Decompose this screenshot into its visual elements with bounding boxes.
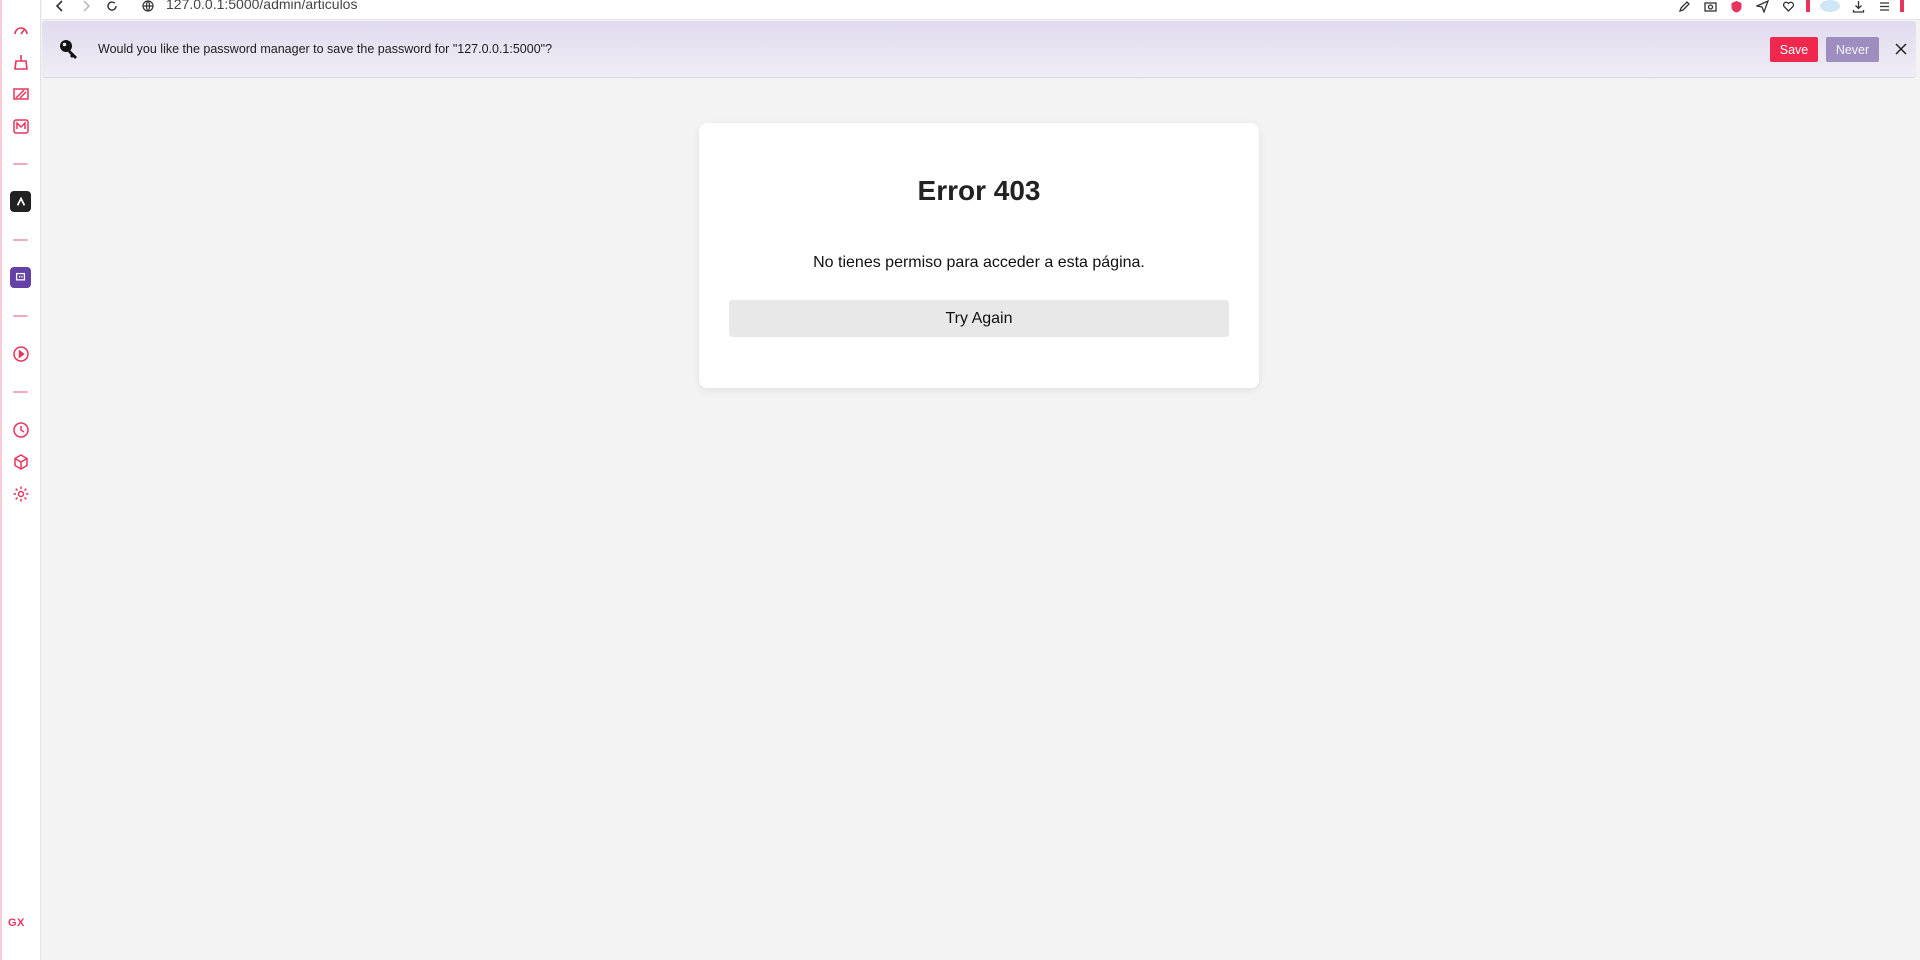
sidebar-edge-accent (0, 0, 2, 960)
cleaner-icon[interactable] (10, 51, 31, 72)
browser-sidebar: GX (0, 0, 41, 960)
never-save-button[interactable]: Never (1826, 37, 1879, 62)
globe-icon (140, 0, 156, 12)
toolbar-divider (1806, 0, 1810, 12)
back-button[interactable] (52, 0, 68, 12)
forward-button[interactable] (78, 0, 94, 12)
url-field[interactable]: 127.0.0.1:5000/admin/articulos (166, 0, 357, 12)
error-title: Error 403 (917, 175, 1041, 206)
settings-icon[interactable] (10, 483, 31, 504)
sidebar-divider (13, 391, 28, 393)
sidebar-divider (13, 315, 28, 317)
player-icon[interactable] (10, 343, 31, 364)
sidebar-divider (13, 163, 28, 165)
error-message: No tienes permiso para acceder a esta pá… (813, 254, 1145, 271)
extensions-icon[interactable] (10, 451, 31, 472)
address-bar: 127.0.0.1:5000/admin/articulos (42, 0, 1920, 20)
speed-dial-icon[interactable] (10, 19, 31, 40)
error-card: Error 403 No tienes permiso para acceder… (699, 123, 1259, 388)
download-icon[interactable] (1850, 0, 1866, 13)
password-save-message: Would you like the password manager to s… (98, 42, 553, 56)
avatar[interactable] (1820, 0, 1840, 12)
heart-icon[interactable] (1780, 0, 1796, 12)
aria-app-icon[interactable] (10, 191, 31, 212)
sidebar-footer-label[interactable]: GX (8, 917, 25, 929)
shield-icon[interactable] (1728, 0, 1744, 12)
sidebar-divider (13, 239, 28, 241)
edit-icon[interactable] (1676, 0, 1692, 12)
music-player-icon[interactable] (10, 115, 31, 136)
toolbar-accent (1900, 0, 1904, 12)
key-icon (58, 38, 80, 60)
menu-icon[interactable] (1876, 0, 1892, 12)
send-icon[interactable] (1754, 0, 1770, 13)
try-again-button[interactable]: Try Again (729, 300, 1229, 337)
close-icon[interactable] (1892, 40, 1910, 58)
gx-corner-icon[interactable] (10, 83, 31, 104)
history-icon[interactable] (10, 419, 31, 440)
camera-icon[interactable] (1702, 0, 1718, 12)
reload-button[interactable] (104, 0, 120, 12)
save-password-button[interactable]: Save (1770, 37, 1818, 62)
twitch-icon[interactable] (10, 267, 31, 288)
password-save-bar: Would you like the password manager to s… (42, 21, 1916, 78)
